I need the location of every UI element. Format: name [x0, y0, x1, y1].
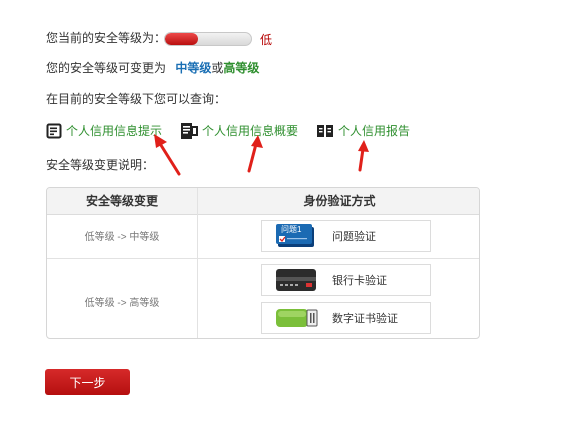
change-level-prefix: 您的安全等级可变更为: [46, 61, 167, 75]
question-verification-label: 问题验证: [332, 231, 376, 243]
question-verification-option[interactable]: 问题1 问题验证: [261, 220, 431, 252]
change-level-text: 您的安全等级可变更为 中等级或高等级: [46, 60, 259, 76]
credit-info-summary-link[interactable]: 个人信用信息概要: [180, 122, 298, 140]
medium-level-link[interactable]: 中等级: [175, 61, 211, 75]
bank-card-verification-option[interactable]: 银行卡验证: [261, 264, 431, 296]
credit-info-hint-label: 个人信用信息提示: [66, 124, 163, 138]
security-level-meter: [164, 32, 252, 46]
table-header: 安全等级变更 身份验证方式: [47, 188, 479, 215]
credit-info-hint-link[interactable]: 个人信用信息提示: [46, 122, 162, 140]
high-level-link[interactable]: 高等级: [223, 61, 259, 75]
table-row-change-low-mid: 低等级 -> 中等级: [84, 232, 160, 243]
level-change-table: 安全等级变更 身份验证方式 低等级 -> 中等级 问题1 问题验证 低等级 ->…: [46, 187, 480, 339]
credit-report-link[interactable]: 个人信用报告: [316, 122, 410, 140]
table-row-change-low-high: 低等级 -> 高等级: [84, 298, 160, 309]
security-level-meter-fill: [165, 33, 198, 45]
credit-report-label: 个人信用报告: [338, 124, 411, 138]
question-card-icon: 问题1: [276, 224, 318, 248]
digital-certificate-verification-label: 数字证书验证: [332, 313, 398, 325]
open-book-icon: [317, 125, 333, 137]
current-level-label: 您当前的安全等级为：: [46, 31, 167, 45]
annotation-arrow-icon: [154, 134, 181, 176]
header-verification-method: 身份验证方式: [303, 194, 376, 208]
digital-certificate-verification-option[interactable]: 数字证书验证: [261, 302, 431, 334]
column-divider: [197, 188, 198, 338]
header-level-change: 安全等级变更: [85, 194, 158, 208]
usb-key-icon: [276, 306, 318, 330]
security-level-value: 低: [260, 33, 273, 47]
row-divider: [47, 258, 479, 259]
annotation-arrow-icon: [247, 135, 263, 173]
annotation-arrow-icon: [358, 140, 369, 172]
bank-card-verification-label: 银行卡验证: [332, 275, 387, 287]
next-step-button[interactable]: 下一步: [45, 369, 130, 395]
bank-card-icon: [276, 268, 318, 292]
document-lines-icon: [46, 123, 62, 139]
change-level-or: 或: [211, 61, 224, 75]
query-label: 在目前的安全等级下您可以查询：: [46, 92, 227, 106]
level-change-explain-label: 安全等级变更说明：: [46, 158, 155, 172]
question-card-icon-text: 问题1: [281, 225, 302, 234]
